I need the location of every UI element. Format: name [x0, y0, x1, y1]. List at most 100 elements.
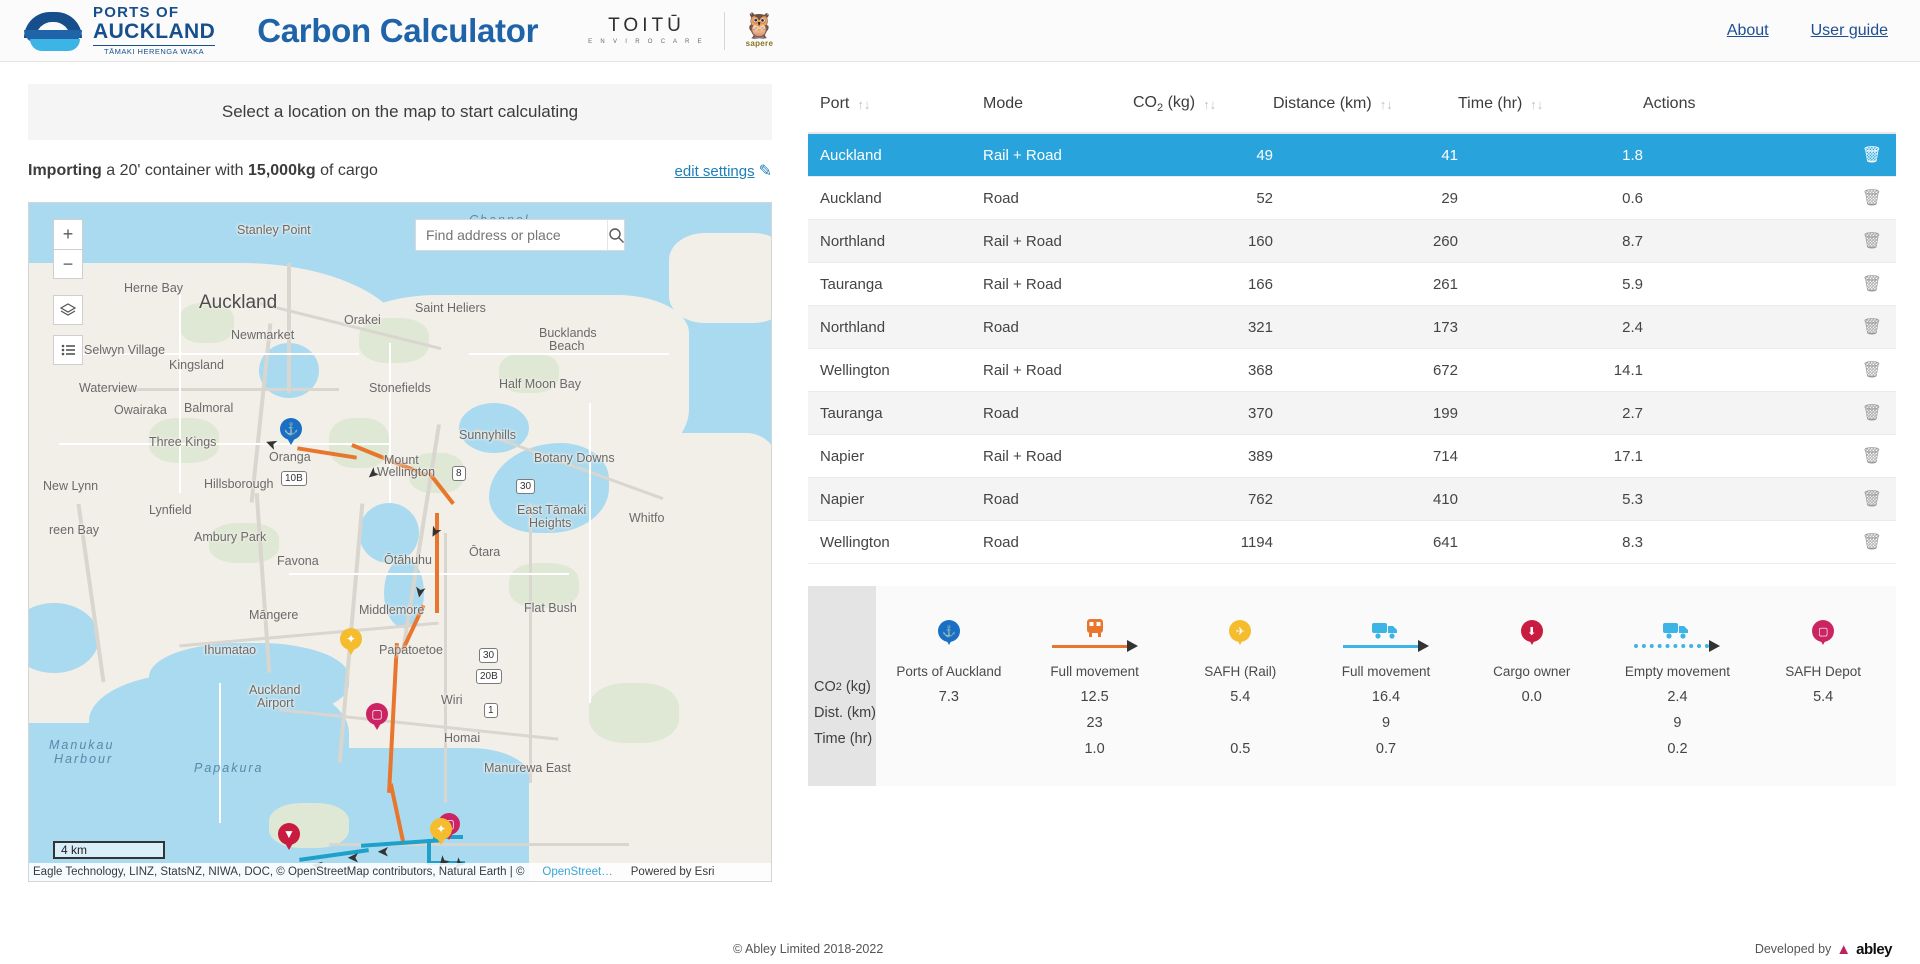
main-content: Select a location on the map to start ca… — [0, 62, 1920, 934]
breakdown-value-co2: 2.4 — [1667, 689, 1688, 706]
map-place-label: Papatoetoe — [379, 643, 443, 657]
table-row[interactable]: Auckland Rail + Road 49 41 1.8 🗑 — [808, 133, 1896, 178]
search-icon — [609, 227, 624, 243]
delete-row-icon[interactable]: 🗑 — [1862, 362, 1882, 379]
map-legend-button[interactable] — [53, 335, 83, 365]
cell-time: 8.7 — [1458, 219, 1643, 264]
breakdown-label-co2: CO 2 (kg) — [814, 679, 871, 696]
page-title: Carbon Calculator — [257, 11, 539, 49]
cargo-owner-pin[interactable]: ▼ — [278, 823, 300, 853]
table-row[interactable]: Auckland Road 52 29 0.6 🗑 — [808, 176, 1896, 221]
safh-rail-pin-2[interactable]: ✦ — [430, 818, 452, 848]
delete-row-icon[interactable]: 🗑 — [1862, 491, 1882, 508]
column-header-mode[interactable]: Mode — [983, 82, 1133, 135]
map-place-label: Flat Bush — [524, 601, 577, 615]
cell-port: Wellington — [808, 348, 983, 393]
legend-list-icon — [61, 344, 75, 356]
poal-wordmark: PORTS OF AUCKLAND TĀMAKI HERENGA WAKA — [93, 4, 216, 56]
map-place-label: Stanley Point — [237, 223, 311, 237]
developer-credit: Developed by ▲ abley — [1755, 940, 1893, 958]
delete-row-icon[interactable]: 🗑 — [1862, 233, 1882, 250]
ports-of-auckland-logo[interactable]: PORTS OF AUCKLAND TĀMAKI HERENGA WAKA — [22, 4, 216, 56]
sort-icon-distance[interactable]: ↑↓ — [1380, 97, 1393, 112]
breakdown-value-co2: 16.4 — [1371, 689, 1401, 706]
breakdown-step: ⬇ Cargo owner 0.0 — [1459, 586, 1605, 786]
pencil-icon: ✎ — [758, 163, 772, 180]
table-row[interactable]: Tauranga Rail + Road 166 261 5.9 🗑 — [808, 262, 1896, 307]
settings-text-1: a 20' container with — [106, 162, 244, 179]
delete-row-icon[interactable]: 🗑 — [1862, 405, 1882, 422]
nav-link-about[interactable]: About — [1727, 22, 1769, 40]
table-row[interactable]: Napier Rail + Road 389 714 17.1 🗑 — [808, 434, 1896, 479]
cell-port: Tauranga — [808, 262, 983, 307]
table-row[interactable]: Wellington Road 1194 641 8.3 🗑 — [808, 520, 1896, 565]
routes-table: Port ↑↓ Mode CO2 (kg) ↑↓ Distance (km) ↑↓ T… — [808, 82, 1896, 565]
breakdown-step: Empty movement 2.4 9 0.2 — [1605, 586, 1751, 786]
cell-distance: 29 — [1273, 176, 1458, 221]
table-row[interactable]: Wellington Rail + Road 368 672 14.1 🗑 — [808, 348, 1896, 393]
column-header-time[interactable]: Time (hr) ↑↓ — [1458, 82, 1643, 135]
map-place-label: Wiri — [441, 693, 463, 707]
breakdown-value-time: 0.2 — [1667, 741, 1688, 758]
journey-breakdown-panel: CO 2 (kg) Dist. (km) Time (hr) ⚓ Ports of … — [808, 586, 1896, 787]
delete-row-icon[interactable]: 🗑 — [1862, 448, 1882, 465]
map-canvas[interactable]: ➤ ➤ ➤ ➤ ➤ ➤ ➤ ➤ ➤ ➤ ⚓✦▢▼▢✦ ChannelStanle… — [28, 202, 772, 882]
column-label-co2: CO2 (kg) — [1133, 94, 1196, 115]
map-route-shield: 20B — [476, 669, 502, 684]
breakdown-step-name: Ports of Auckland — [896, 663, 1002, 679]
map-place-label: Newmarket — [231, 328, 295, 342]
delete-row-icon[interactable]: 🗑 — [1862, 276, 1882, 293]
ports-of-auckland-pin[interactable]: ⚓ — [280, 418, 302, 448]
table-row[interactable]: Napier Road 762 410 5.3 🗑 — [808, 477, 1896, 522]
breakdown-label-time: Time (hr) — [814, 731, 873, 748]
safh-rail-pin[interactable]: ✦ — [340, 628, 362, 658]
abley-mark-icon: ▲ — [1836, 940, 1852, 958]
cell-actions: 🗑 — [1643, 176, 1896, 221]
direction-value: Importing — [28, 162, 102, 179]
table-row[interactable]: Northland Road 321 173 2.4 🗑 — [808, 305, 1896, 350]
map-place-label: Papakura — [194, 761, 264, 775]
sort-icon-time[interactable]: ↑↓ — [1530, 97, 1543, 112]
column-header-port[interactable]: Port ↑↓ — [808, 82, 983, 135]
delete-row-icon[interactable]: 🗑 — [1862, 319, 1882, 336]
map-zoom-out-button[interactable]: − — [53, 249, 83, 279]
edit-settings-link[interactable]: edit settings ✎ — [675, 161, 772, 181]
map-route-shield: 30 — [479, 648, 499, 663]
breakdown-value-time: 1.0 — [1084, 741, 1105, 758]
powered-by-esri: Powered by Esri — [630, 866, 715, 878]
cell-co2: 49 — [1133, 133, 1273, 178]
cell-distance: 41 — [1273, 133, 1458, 178]
map-place-label: Botany Downs — [534, 451, 615, 465]
map-zoom-in-button[interactable]: + — [53, 219, 83, 249]
nav-link-user-guide[interactable]: User guide — [1811, 22, 1888, 40]
sapere-name: sapere — [745, 38, 774, 48]
column-header-co2[interactable]: CO2 (kg) ↑↓ — [1133, 82, 1273, 135]
cell-port: Wellington — [808, 520, 983, 565]
cell-distance: 714 — [1273, 434, 1458, 479]
search-button[interactable] — [607, 220, 625, 250]
breakdown-value-time: 0.5 — [1230, 741, 1251, 758]
poal-line1: PORTS OF — [93, 4, 180, 22]
breakdown-columns: ⚓ Ports of Auckland 7.3 Full movement 12.5 23… — [876, 586, 1896, 786]
search-input[interactable] — [416, 227, 607, 243]
column-header-distance[interactable]: Distance (km) ↑↓ — [1273, 82, 1458, 135]
delete-row-icon[interactable]: 🗑 — [1862, 534, 1882, 551]
cell-actions: 🗑 — [1643, 391, 1896, 436]
sort-icon-port[interactable]: ↑↓ — [857, 97, 870, 112]
attribution-link[interactable]: OpenStreet… — [542, 866, 612, 878]
sort-icon-co2[interactable]: ↑↓ — [1203, 97, 1216, 112]
map-search-box[interactable] — [415, 219, 625, 251]
delete-row-icon[interactable]: 🗑 — [1862, 147, 1882, 164]
cell-distance: 641 — [1273, 520, 1458, 565]
routes-table-head: Port ↑↓ Mode CO2 (kg) ↑↓ Distance (km) ↑↓ T… — [808, 82, 1896, 135]
map-place-label: Beach — [549, 339, 585, 353]
partner-logos: TOITŪ E N V I R O C A R E 🦉 sapere — [588, 11, 775, 50]
cell-port: Auckland — [808, 133, 983, 178]
table-row[interactable]: Northland Rail + Road 160 260 8.7 🗑 — [808, 219, 1896, 264]
table-row[interactable]: Tauranga Road 370 199 2.7 🗑 — [808, 391, 1896, 436]
map-layers-button[interactable] — [53, 295, 83, 325]
safh-depot-pin[interactable]: ▢ — [366, 703, 388, 733]
breakdown-step: Full movement 12.5 23 1.0 — [1022, 586, 1168, 786]
cell-time: 8.3 — [1458, 520, 1643, 565]
delete-row-icon[interactable]: 🗑 — [1862, 190, 1882, 207]
